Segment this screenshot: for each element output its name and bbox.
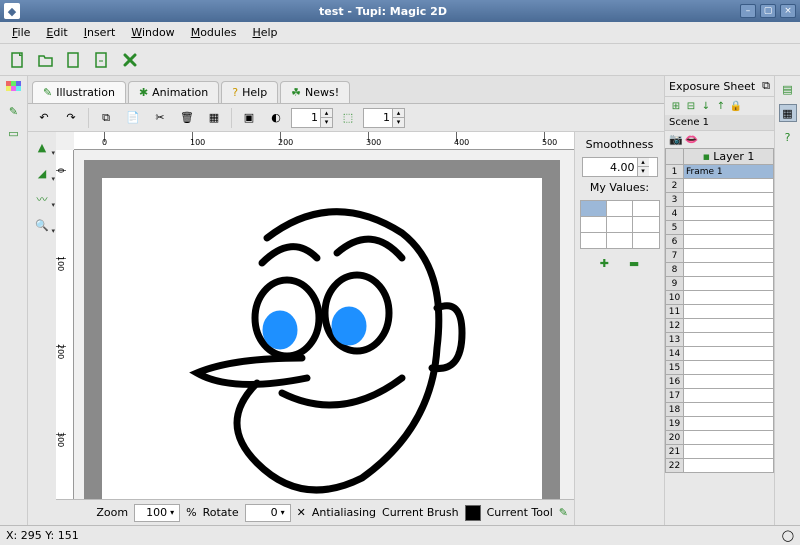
tab-illustration[interactable]: ✎Illustration xyxy=(32,81,126,103)
properties-panel: Smoothness ▴▾ My Values: ✚ ▬ xyxy=(574,132,664,525)
zoom-tool[interactable]: 🔍▾ xyxy=(31,216,53,234)
layers-button[interactable]: ⬚ xyxy=(336,106,360,130)
window-title: test - Tupi: Magic 2D xyxy=(26,5,740,18)
right-dock: ▤ ▦ ? xyxy=(774,76,800,525)
rotate-combo[interactable]: ▾ xyxy=(245,504,291,522)
tool-label: Current Tool xyxy=(487,506,553,519)
select-tool[interactable]: ▲▾ xyxy=(31,138,53,156)
remove-value-icon[interactable]: ▬ xyxy=(629,257,639,270)
canvas[interactable] xyxy=(102,178,542,499)
frame-spinner[interactable]: ▴▾ xyxy=(291,108,333,128)
rotate-label: Rotate xyxy=(203,506,239,519)
exposure-table[interactable]: ▪ Layer 1 1Frame 12345678910111213141516… xyxy=(665,148,774,473)
ruler-vertical: 0100200300400 xyxy=(56,150,74,499)
coords-label: X: 295 Y: 151 xyxy=(6,529,79,542)
brush-tool[interactable]: 〰▾ xyxy=(31,190,53,208)
open-button[interactable] xyxy=(34,48,58,72)
redo-button[interactable]: ↷ xyxy=(59,106,83,130)
add-frame-icon[interactable]: ⊞ xyxy=(669,99,683,113)
tab-news[interactable]: ☘News! xyxy=(280,81,350,103)
tab-animation[interactable]: ✱Animation xyxy=(128,81,219,103)
save-button[interactable] xyxy=(62,48,86,72)
group-button[interactable]: ▣ xyxy=(237,106,261,130)
main-toolbar xyxy=(0,44,800,76)
zoom-label: Zoom xyxy=(96,506,128,519)
zoom-combo[interactable]: ▾ xyxy=(134,504,180,522)
onion-button[interactable]: ◐ xyxy=(264,106,288,130)
brush-swatch[interactable] xyxy=(465,505,481,521)
close-button[interactable]: × xyxy=(780,4,796,18)
cut-button[interactable]: ✂ xyxy=(148,106,172,130)
lock-icon[interactable]: 🔒 xyxy=(729,99,743,113)
saveas-button[interactable] xyxy=(90,48,114,72)
app-icon: ◆ xyxy=(4,3,20,19)
status-circle-icon: ◯ xyxy=(782,529,794,542)
copy-button[interactable]: ⧉ xyxy=(94,106,118,130)
exposure-icon[interactable]: ▦ xyxy=(779,104,797,122)
new-button[interactable] xyxy=(6,48,30,72)
menu-modules[interactable]: Modules xyxy=(183,24,245,41)
close-project-button[interactable] xyxy=(118,48,142,72)
canvas-viewport[interactable] xyxy=(74,150,574,499)
menu-window[interactable]: Window xyxy=(123,24,182,41)
move-down-icon[interactable]: ↓ xyxy=(699,99,713,113)
undo-button[interactable]: ↶ xyxy=(32,106,56,130)
antialias-close-icon[interactable]: ✕ xyxy=(297,506,306,519)
menu-file[interactable]: File xyxy=(4,24,38,41)
paste-button[interactable]: 📄 xyxy=(121,106,145,130)
brush-props-icon[interactable]: ✎ xyxy=(5,102,23,120)
exposure-detach-icon[interactable]: ⧉ xyxy=(762,79,770,93)
tab-help[interactable]: ?Help xyxy=(221,81,278,103)
move-up-icon[interactable]: ↑ xyxy=(714,99,728,113)
exposure-sheet: Exposure Sheet ⧉ ⊞ ⊟ ↓ ↑ 🔒 Scene 1 📷 👄 ▪… xyxy=(664,76,774,525)
library-icon[interactable]: ▭ xyxy=(5,124,23,142)
color-palette-icon[interactable] xyxy=(5,80,23,98)
left-dock: ✎ ▭ xyxy=(0,76,28,525)
smoothness-label: Smoothness xyxy=(586,138,654,151)
menu-edit[interactable]: Edit xyxy=(38,24,75,41)
maximize-button[interactable]: ▢ xyxy=(760,4,776,18)
grid-button[interactable]: ▦ xyxy=(202,106,226,130)
ruler-horizontal: 0100200300400500 xyxy=(74,132,574,150)
delete-button[interactable]: 🗑 xyxy=(175,106,199,130)
minimize-button[interactable]: – xyxy=(740,4,756,18)
canvas-statusbar: Zoom ▾ % Rotate ▾ ✕ Antialiasing Current… xyxy=(56,499,574,525)
camera-icon[interactable]: 📷 xyxy=(669,133,683,146)
add-value-icon[interactable]: ✚ xyxy=(600,257,609,270)
fill-tool[interactable]: ◢▾ xyxy=(31,164,53,182)
toolbox: ▲▾ ◢▾ 〰▾ 🔍▾ xyxy=(28,132,56,525)
brush-label: Current Brush xyxy=(382,506,459,519)
exposure-title: Exposure Sheet xyxy=(669,80,755,93)
menubar: File Edit Insert Window Modules Help xyxy=(0,22,800,44)
lipsync-icon[interactable]: 👄 xyxy=(685,133,699,146)
menu-help[interactable]: Help xyxy=(244,24,285,41)
scenes-icon[interactable]: ▤ xyxy=(779,80,797,98)
menu-insert[interactable]: Insert xyxy=(76,24,124,41)
antialias-label: Antialiasing xyxy=(312,506,376,519)
exposure-tools: ⊞ ⊟ ↓ ↑ 🔒 xyxy=(665,97,774,115)
mode-tabs: ✎Illustration ✱Animation ?Help ☘News! xyxy=(28,76,664,104)
scene-label[interactable]: Scene 1 xyxy=(665,115,774,131)
current-tool-icon: ✎ xyxy=(559,506,568,519)
secondary-toolbar: ↶ ↷ ⧉ 📄 ✂ 🗑 ▦ ▣ ◐ ▴▾ ⬚ ▴▾ xyxy=(28,104,664,132)
myvalues-label: My Values: xyxy=(590,181,649,194)
statusbar: X: 295 Y: 151 ◯ xyxy=(0,525,800,545)
smoothness-spinner[interactable]: ▴▾ xyxy=(582,157,658,177)
layer-spinner[interactable]: ▴▾ xyxy=(363,108,405,128)
myvalues-table[interactable] xyxy=(580,200,660,249)
remove-frame-icon[interactable]: ⊟ xyxy=(684,99,698,113)
help-icon[interactable]: ? xyxy=(779,128,797,146)
